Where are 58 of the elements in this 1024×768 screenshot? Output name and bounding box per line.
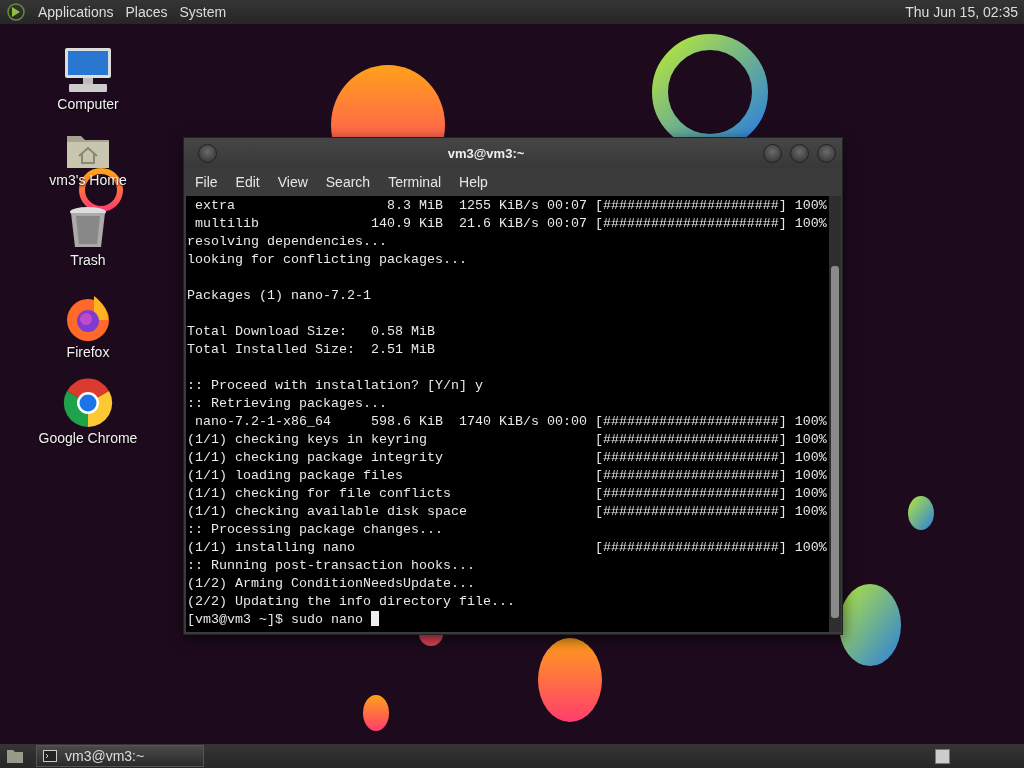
terminal-line: (1/1) installing nano xyxy=(187,539,356,557)
terminal-line: (1/1) loading package files xyxy=(187,467,404,485)
menu-item[interactable]: Edit xyxy=(226,174,269,190)
panel-menu[interactable]: System xyxy=(179,4,227,20)
progress-bar-text: [######################] 100% xyxy=(594,503,827,521)
desktop-icon-label[interactable]: Computer xyxy=(57,96,119,112)
terminal-line: (1/2) Arming ConditionNeedsUpdate... xyxy=(187,575,476,593)
menu-item[interactable]: Terminal xyxy=(379,174,451,190)
window-menu-button[interactable] xyxy=(198,143,217,163)
progress-bar-text: [######################] 100% xyxy=(594,539,827,557)
menu-item[interactable]: View xyxy=(268,174,317,190)
panel-menu[interactable]: Places xyxy=(125,4,168,20)
terminal-line: :: Retrieving packages... xyxy=(187,395,388,413)
terminal-line: :: Processing package changes... xyxy=(187,521,444,539)
terminal-line: :: Proceed with installation? [Y/n] y xyxy=(187,377,484,395)
terminal-line: Packages (1) nano-7.2-1 xyxy=(187,287,372,305)
terminal-line: (1/1) checking available disk space xyxy=(187,503,468,521)
browser-icon[interactable] xyxy=(63,378,113,428)
menu-item[interactable]: Search xyxy=(316,174,380,190)
browser-icon[interactable] xyxy=(64,294,112,342)
scrollbar-thumb[interactable] xyxy=(831,266,839,618)
terminal-line: Total Installed Size: 2.51 MiB xyxy=(187,341,436,359)
computer-icon[interactable] xyxy=(63,46,113,94)
terminal-line: (1/1) checking for file conflicts xyxy=(187,485,452,503)
scrollbar[interactable] xyxy=(829,196,841,632)
trash-icon[interactable] xyxy=(68,206,108,250)
progress-bar-text: [######################] 100% xyxy=(594,485,827,503)
menu-logo-icon[interactable] xyxy=(6,2,26,22)
menu-item[interactable]: Help xyxy=(450,174,497,190)
desktop-icon-label[interactable]: Google Chrome xyxy=(38,430,138,446)
terminal-line: multilib 140.9 KiB 21.6 KiB/s 00:07 [######################] 100% xyxy=(194,215,827,233)
clock: Thu Jun 15, 02:35 xyxy=(905,4,1018,20)
terminal-line: (1/1) checking keys in keyring xyxy=(187,431,428,449)
terminal-line: resolving dependencies... xyxy=(187,233,388,251)
text-cursor xyxy=(370,611,379,626)
minimize-button[interactable] xyxy=(763,143,782,163)
desktop-icon-label[interactable]: Firefox xyxy=(66,344,110,360)
show-desktop-icon[interactable] xyxy=(6,748,24,764)
maximize-button[interactable] xyxy=(790,143,809,163)
workspace-switcher[interactable] xyxy=(935,748,950,764)
terminal-line: looking for conflicting packages... xyxy=(187,251,468,269)
terminal-line: Total Download Size: 0.58 MiB xyxy=(187,323,436,341)
terminal-icon xyxy=(43,750,57,762)
close-button[interactable] xyxy=(817,143,836,163)
desktop-icon-label[interactable]: Trash xyxy=(70,252,106,268)
progress-bar-text: [######################] 100% xyxy=(594,467,827,485)
terminal-line: nano-7.2-1-x86_64 598.6 KiB 1740 KiB/s 00:00 [######################] 100% xyxy=(194,413,827,431)
terminal-line: :: Running post-transaction hooks... xyxy=(187,557,476,575)
menu-item[interactable]: File xyxy=(186,174,227,190)
terminal-line: extra 8.3 MiB 1255 KiB/s 00:07 [######################] 100% xyxy=(194,197,827,215)
panel-menu[interactable]: Applications xyxy=(38,4,114,20)
taskbar-button[interactable]: vm3@vm3:~ xyxy=(36,745,204,767)
window-title: vm3@vm3:~ xyxy=(446,145,526,161)
terminal-line: (2/2) Updating the info directory file... xyxy=(187,593,516,611)
progress-bar-text: [######################] 100% xyxy=(594,431,827,449)
terminal-prompt: [vm3@vm3 ~]$ sudo nano xyxy=(187,612,363,627)
progress-bar-text: [######################] 100% xyxy=(594,449,827,467)
terminal-line: (1/1) checking package integrity xyxy=(187,449,444,467)
